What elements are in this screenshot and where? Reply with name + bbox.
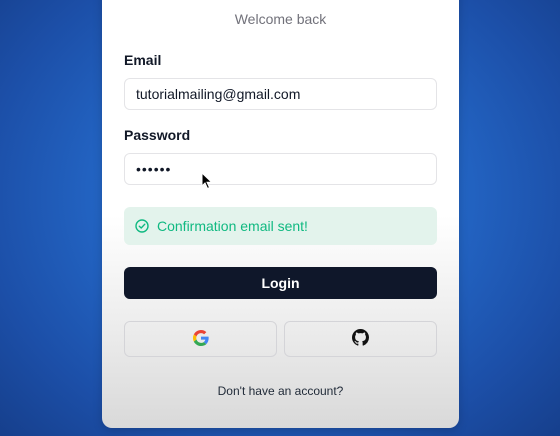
login-card: Welcome back Email Password Confirmation… — [102, 0, 459, 428]
google-login-button[interactable] — [124, 321, 277, 357]
password-field[interactable] — [124, 153, 437, 185]
google-icon — [192, 329, 209, 349]
alert-message: Confirmation email sent! — [157, 218, 308, 234]
login-button[interactable]: Login — [124, 267, 437, 299]
github-login-button[interactable] — [284, 321, 437, 357]
success-alert: Confirmation email sent! — [124, 207, 437, 245]
page-subtitle: Welcome back — [234, 11, 327, 27]
check-circle-icon — [135, 219, 149, 233]
email-field[interactable] — [124, 78, 437, 110]
email-label: Email — [124, 52, 162, 68]
github-icon — [352, 329, 369, 349]
mouse-pointer-icon — [201, 171, 213, 190]
password-label: Password — [124, 127, 191, 143]
signup-prompt[interactable]: Don't have an account? — [102, 384, 459, 398]
